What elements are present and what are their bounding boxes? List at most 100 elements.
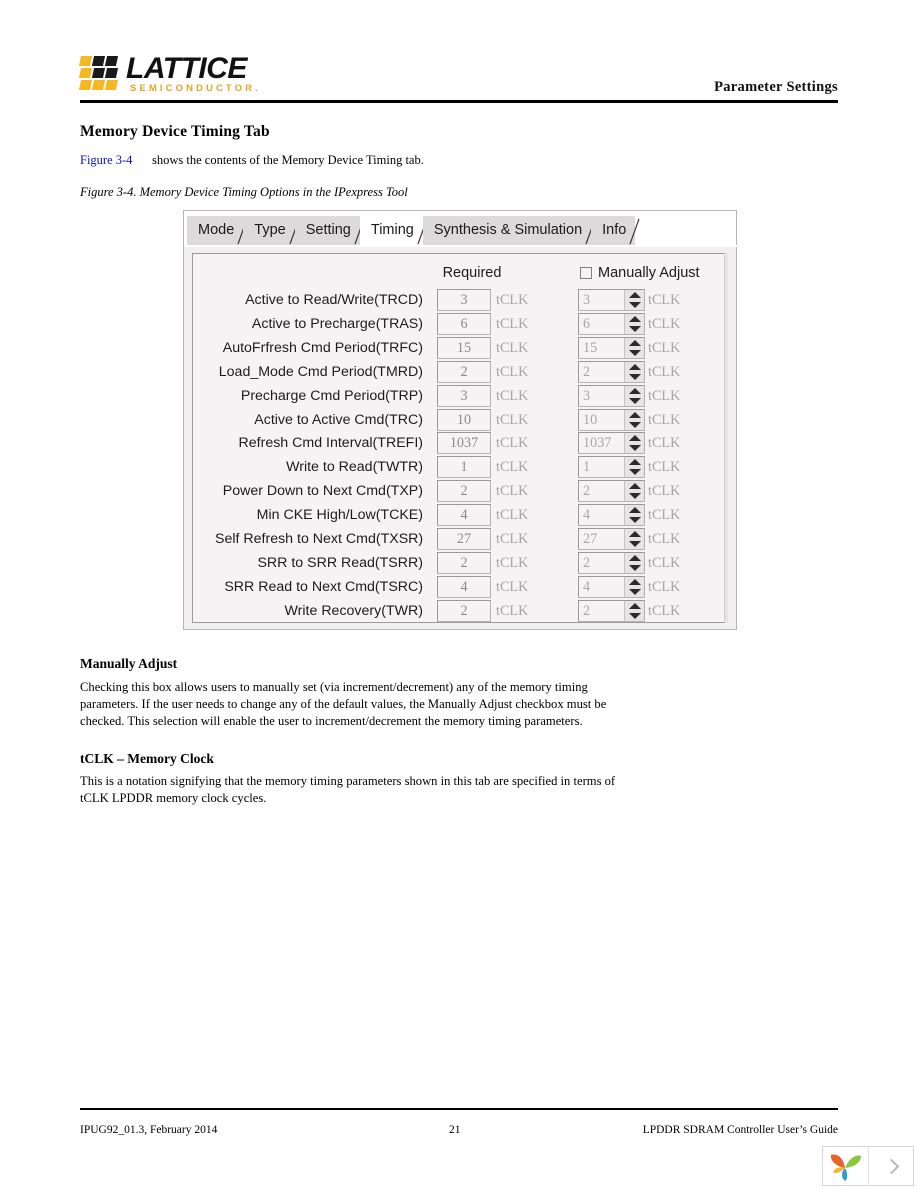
spinner-buttons[interactable] xyxy=(624,481,644,502)
spinner-value[interactable]: 2 xyxy=(583,481,590,501)
spinner-buttons[interactable] xyxy=(624,457,644,478)
section-heading-tclk: tCLK – Memory Clock xyxy=(80,751,214,766)
spinner-buttons[interactable] xyxy=(624,361,644,382)
spinner-value[interactable]: 27 xyxy=(583,529,597,549)
manually-adjust-spinner[interactable]: 1037 xyxy=(578,432,645,455)
spinner-value[interactable]: 15 xyxy=(583,338,597,358)
spinner-up-icon[interactable] xyxy=(629,531,641,537)
spinner-up-icon[interactable] xyxy=(629,483,641,490)
tab-info[interactable]: Info xyxy=(591,216,640,246)
spinner-down-icon[interactable] xyxy=(629,397,641,404)
spinner-buttons[interactable] xyxy=(624,409,644,430)
tab-timing[interactable]: Timing xyxy=(359,216,428,246)
spinner-buttons[interactable] xyxy=(624,552,644,573)
spinner-value[interactable]: 4 xyxy=(583,577,590,597)
tab-label: Timing xyxy=(370,222,414,238)
spinner-down-icon[interactable] xyxy=(629,541,641,547)
spinner-down-icon[interactable] xyxy=(629,588,641,595)
timing-parameter-row: Precharge Cmd Period(TRP) 3 tCLK 3 tCLK xyxy=(0,384,918,409)
spinner-down-icon[interactable] xyxy=(629,373,641,380)
required-unit-label: tCLK xyxy=(496,292,529,308)
manually-adjust-spinner[interactable]: 2 xyxy=(578,599,645,622)
tab-type[interactable]: Type xyxy=(243,216,300,246)
manually-adjust-spinner[interactable]: 1 xyxy=(578,456,645,479)
manually-adjust-spinner[interactable]: 27 xyxy=(578,528,645,550)
spinner-value[interactable]: 2 xyxy=(583,601,590,621)
header-rule xyxy=(80,100,838,103)
logo-tile xyxy=(104,56,119,66)
parameter-label: AutoFrfresh Cmd Period(TRFC) xyxy=(222,339,423,356)
spinner-value[interactable]: 1 xyxy=(583,457,590,477)
manually-adjust-spinner[interactable]: 3 xyxy=(578,289,645,311)
spinner-up-icon[interactable] xyxy=(629,292,641,298)
manually-adjust-spinner[interactable]: 2 xyxy=(578,480,645,503)
spinner-down-icon[interactable] xyxy=(629,445,641,452)
manually-adjust-spinner[interactable]: 2 xyxy=(578,360,645,383)
required-unit-label: tCLK xyxy=(496,578,529,595)
tab-label: Type xyxy=(254,222,286,238)
spinner-buttons[interactable] xyxy=(624,313,644,334)
tab-setting[interactable]: Setting xyxy=(294,216,365,246)
spinner-up-icon[interactable] xyxy=(629,578,641,585)
adjust-unit-label: tCLK xyxy=(648,578,681,595)
spinner-value[interactable]: 4 xyxy=(583,505,590,525)
spinner-up-icon[interactable] xyxy=(629,602,641,609)
manually-adjust-spinner[interactable]: 6 xyxy=(578,312,645,335)
spinner-up-icon[interactable] xyxy=(629,339,641,346)
spinner-down-icon[interactable] xyxy=(629,325,641,332)
figure-cross-reference-link[interactable]: Figure 3-4 xyxy=(80,153,132,168)
spinner-value[interactable]: 2 xyxy=(583,362,590,382)
spinner-value[interactable]: 2 xyxy=(583,553,590,573)
spinner-down-icon[interactable] xyxy=(629,302,641,308)
spinner-down-icon[interactable] xyxy=(629,469,641,476)
adjust-unit-label: tCLK xyxy=(648,339,681,356)
tab-synthesis-simulation[interactable]: Synthesis & Simulation xyxy=(422,216,596,246)
spinner-value[interactable]: 3 xyxy=(583,290,590,310)
manually-adjust-spinner[interactable]: 15 xyxy=(578,336,645,359)
spinner-buttons[interactable] xyxy=(624,385,644,406)
manually-adjust-checkbox[interactable] xyxy=(580,267,592,279)
spinner-up-icon[interactable] xyxy=(629,554,641,561)
spinner-up-icon[interactable] xyxy=(629,507,641,514)
parameter-label: Load_Mode Cmd Period(TMRD) xyxy=(218,363,423,380)
spinner-buttons[interactable] xyxy=(624,529,644,549)
spinner-down-icon[interactable] xyxy=(629,421,641,428)
manually-adjust-spinner[interactable]: 4 xyxy=(578,504,645,527)
spinner-buttons[interactable] xyxy=(624,433,644,454)
spinner-up-icon[interactable] xyxy=(629,435,641,442)
spinner-down-icon[interactable] xyxy=(629,612,641,619)
spinner-down-icon[interactable] xyxy=(629,564,641,571)
spinner-buttons[interactable] xyxy=(624,576,644,597)
manually-adjust-spinner[interactable]: 2 xyxy=(578,551,645,574)
column-header-manually-adjust: Manually Adjust xyxy=(598,265,700,281)
spinner-up-icon[interactable] xyxy=(629,459,641,466)
spinner-value[interactable]: 10 xyxy=(583,410,597,430)
parameter-label: Write Recovery(TWR) xyxy=(284,602,423,619)
page-nav-widget xyxy=(822,1146,914,1186)
site-leaf-logo[interactable] xyxy=(823,1147,869,1185)
tab-mode[interactable]: Mode xyxy=(187,216,248,246)
lattice-logo-tagline: SEMICONDUCTOR. xyxy=(130,83,261,94)
spinner-down-icon[interactable] xyxy=(629,517,641,524)
spinner-value[interactable]: 6 xyxy=(583,314,590,334)
logo-tile xyxy=(91,80,106,90)
spinner-buttons[interactable] xyxy=(624,290,644,310)
spinner-value[interactable]: 3 xyxy=(583,386,590,406)
manually-adjust-spinner[interactable]: 3 xyxy=(578,384,645,407)
spinner-up-icon[interactable] xyxy=(629,315,641,322)
manually-adjust-spinner[interactable]: 4 xyxy=(578,575,645,598)
manually-adjust-spinner[interactable]: 10 xyxy=(578,408,645,431)
spinner-buttons[interactable] xyxy=(624,600,644,621)
lattice-logo-wordmark: LATTICE xyxy=(126,52,247,85)
required-value-field: 27 xyxy=(437,528,491,550)
spinner-up-icon[interactable] xyxy=(629,363,641,370)
spinner-down-icon[interactable] xyxy=(629,493,641,500)
spinner-up-icon[interactable] xyxy=(629,411,641,418)
spinner-down-icon[interactable] xyxy=(629,349,641,356)
spinner-buttons[interactable] xyxy=(624,337,644,358)
spinner-up-icon[interactable] xyxy=(629,387,641,394)
next-page-button[interactable] xyxy=(869,1147,913,1185)
spinner-buttons[interactable] xyxy=(624,505,644,526)
required-value-field: 2 xyxy=(437,551,491,574)
spinner-value[interactable]: 1037 xyxy=(583,433,611,453)
